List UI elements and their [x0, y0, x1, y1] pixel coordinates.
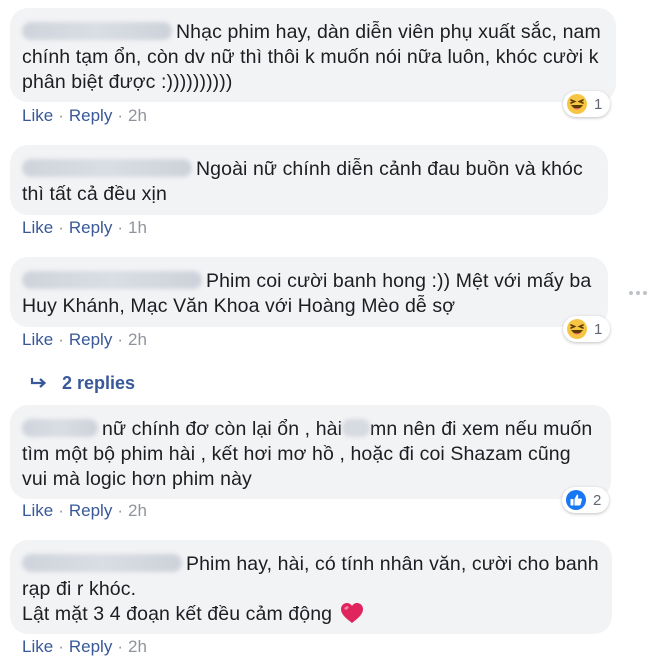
comment-text: Nhạc phim hay, dàn diễn viên phụ xuất sắ… — [22, 21, 601, 93]
comment-actions: Like · Reply · 2h — [22, 105, 147, 127]
comment-bubble: Ngoài nữ chính diễn cảnh đau buồn và khó… — [10, 145, 608, 215]
separator-dot: · — [117, 637, 123, 656]
like-link[interactable]: Like — [22, 106, 53, 125]
separator-dot: · — [58, 330, 64, 349]
comment-bubble: nữ chính đơ còn lại ổn , hài mn nên đi xe… — [10, 405, 611, 499]
comment-actions: Like · Reply · 1h — [22, 217, 147, 239]
reply-arrow-icon — [30, 378, 47, 388]
separator-dot: · — [117, 106, 123, 125]
reaction-count: 2 — [593, 491, 602, 509]
separator-dot: · — [117, 330, 123, 349]
comment-actions: Like · Reply · 2h — [22, 329, 147, 351]
reaction-count: 1 — [594, 320, 603, 338]
comment-text: Phim hay, hài, có tính nhân văn, cười ch… — [22, 553, 599, 625]
comment-bubble: Nhạc phim hay, dàn diễn viên phụ xuất sắ… — [10, 8, 616, 102]
replies-count-label[interactable]: 2 replies — [62, 373, 135, 394]
reaction-count: 1 — [594, 95, 603, 113]
view-replies-link[interactable]: 2 replies — [30, 372, 135, 394]
comment-time[interactable]: 2h — [128, 330, 147, 349]
reply-link[interactable]: Reply — [69, 330, 112, 349]
blurred-text — [342, 419, 371, 437]
separator-dot: · — [58, 218, 64, 237]
comment-text: Phim coi cười banh hong :)) Mệt với mấy … — [22, 270, 592, 317]
reaction-badge[interactable]: 2 — [562, 487, 610, 513]
commenter-name-blurred[interactable] — [22, 22, 172, 40]
comment-time[interactable]: 2h — [128, 501, 147, 520]
more-options-icon[interactable] — [629, 291, 647, 295]
comment-time[interactable]: 1h — [128, 218, 147, 237]
comment-time[interactable]: 2h — [128, 637, 147, 656]
like-link[interactable]: Like — [22, 501, 53, 520]
like-link[interactable]: Like — [22, 330, 53, 349]
haha-emoji-icon — [567, 319, 587, 339]
like-thumb-icon — [566, 490, 586, 510]
separator-dot: · — [58, 501, 64, 520]
separator-dot: · — [58, 106, 64, 125]
commenter-name-blurred[interactable] — [22, 159, 192, 177]
like-link[interactable]: Like — [22, 637, 53, 656]
reply-link[interactable]: Reply — [69, 637, 112, 656]
comment-bubble: Phim hay, hài, có tính nhân văn, cười ch… — [10, 540, 612, 634]
comment-bubble: Phim coi cười banh hong :)) Mệt với mấy … — [10, 257, 608, 327]
reaction-badge[interactable]: 1 — [563, 91, 611, 117]
commenter-name-blurred[interactable] — [22, 554, 182, 572]
comment-time[interactable]: 2h — [128, 106, 147, 125]
reaction-badge[interactable]: 1 — [563, 316, 611, 342]
separator-dot: · — [117, 218, 123, 237]
reply-link[interactable]: Reply — [69, 106, 112, 125]
commenter-name-blurred[interactable] — [22, 271, 202, 289]
comment-actions: Like · Reply · 2h — [22, 636, 147, 658]
haha-emoji-icon — [567, 94, 587, 114]
comment-text: Ngoài nữ chính diễn cảnh đau buồn và khó… — [22, 158, 583, 205]
comment-text: nữ chính đơ còn lại ổn , hài mn nên đi xe… — [22, 418, 593, 490]
separator-dot: · — [58, 637, 64, 656]
commenter-name-blurred[interactable] — [22, 419, 98, 437]
red-heart-icon — [340, 603, 363, 623]
comment-actions: Like · Reply · 2h — [22, 500, 147, 522]
reply-link[interactable]: Reply — [69, 501, 112, 520]
like-link[interactable]: Like — [22, 218, 53, 237]
reply-link[interactable]: Reply — [69, 218, 112, 237]
separator-dot: · — [117, 501, 123, 520]
